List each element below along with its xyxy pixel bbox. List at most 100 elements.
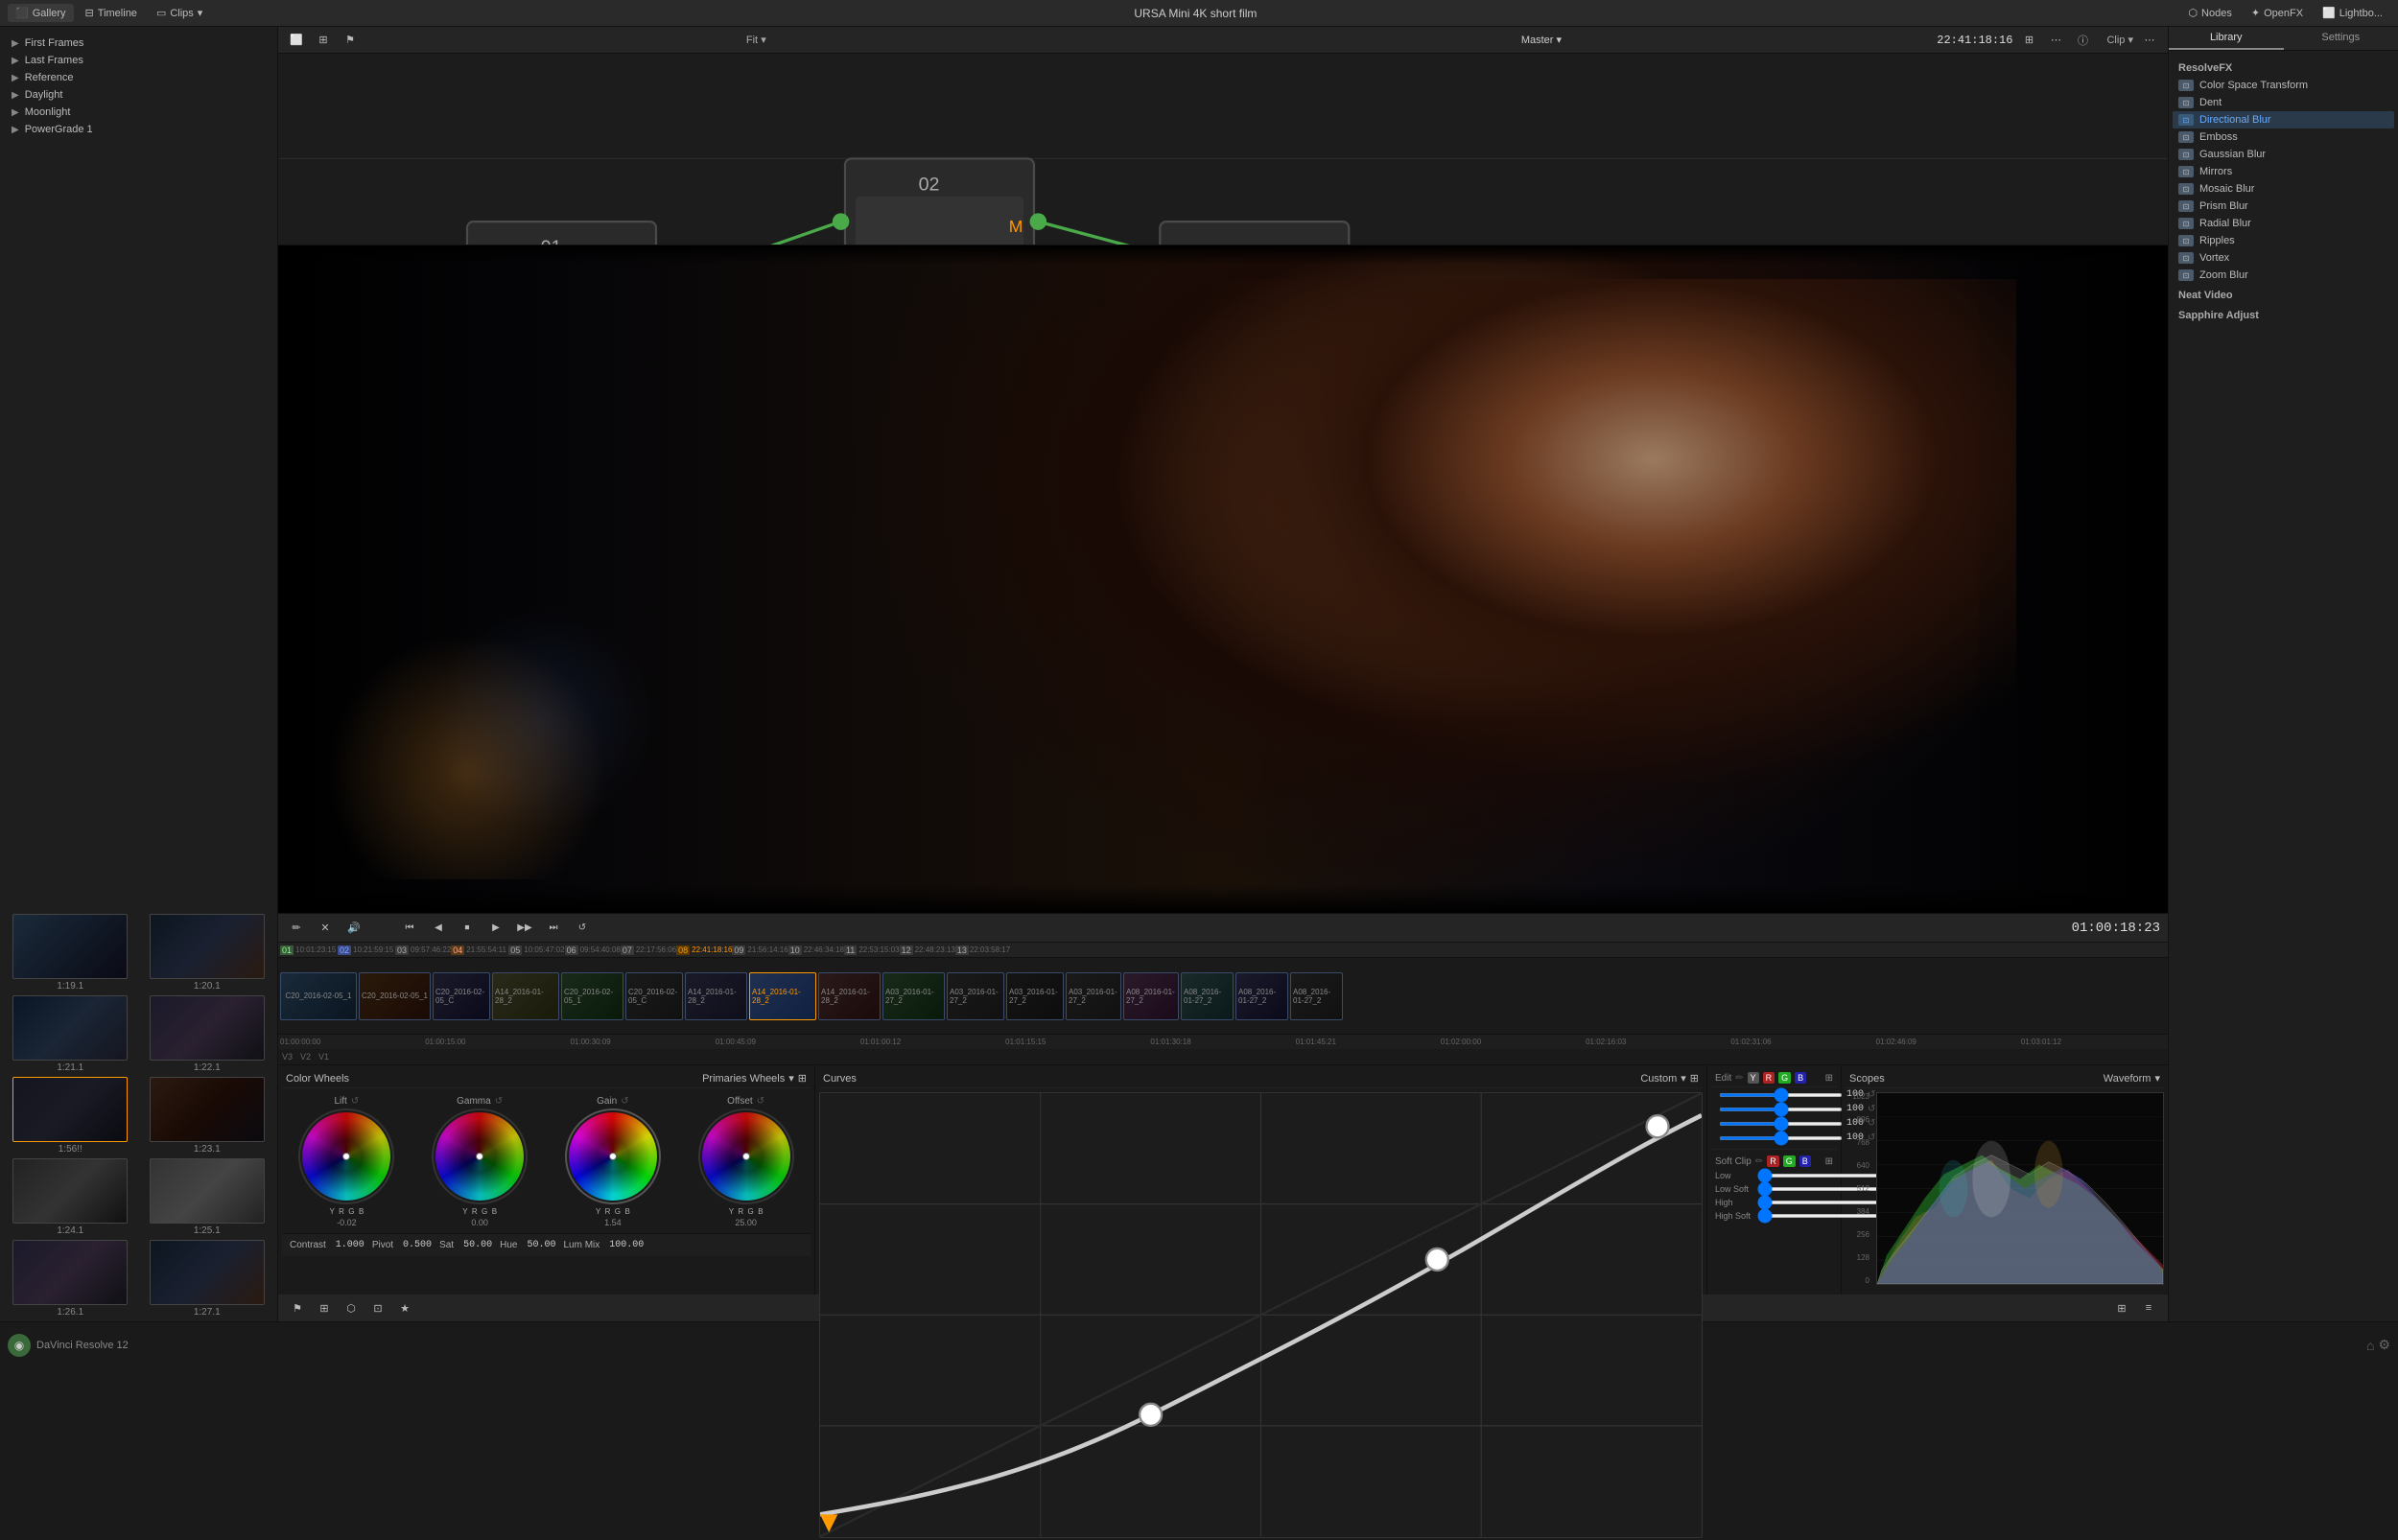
sat-value[interactable]: 50.00 xyxy=(463,1240,492,1250)
gamma-color-wheel[interactable] xyxy=(432,1108,528,1204)
fx-gaussian-blur[interactable]: ⊡ Gaussian Blur xyxy=(2173,146,2394,163)
thumbnail-9[interactable]: 1:26.1 xyxy=(4,1240,137,1318)
tree-first-frames[interactable]: ▶ First Frames xyxy=(4,35,273,52)
green-slider[interactable] xyxy=(1719,1122,1843,1126)
clips-tab[interactable]: ▭ Clips ▾ xyxy=(149,4,210,22)
channel-r-btn[interactable]: R xyxy=(1763,1072,1775,1084)
draw-tool-btn[interactable]: ✏ xyxy=(286,918,307,939)
fx-radial-blur[interactable]: ⊡ Radial Blur xyxy=(2173,215,2394,232)
soft-clip-pencil[interactable]: ✏ xyxy=(1755,1156,1763,1167)
loop-btn[interactable]: ↺ xyxy=(572,918,593,939)
primaries-options-btn[interactable]: ⊞ xyxy=(798,1072,807,1085)
channel-y-btn[interactable]: Y xyxy=(1748,1072,1759,1084)
viewer-mode-btn[interactable]: ⬜ xyxy=(286,30,307,51)
channel-b-btn[interactable]: B xyxy=(1795,1072,1806,1084)
grid-view-btn[interactable]: ⊞ xyxy=(2110,1297,2133,1318)
lift-color-wheel[interactable] xyxy=(298,1108,394,1204)
tl-clip-13[interactable]: A03_2016-01-27_2 xyxy=(1066,972,1121,1020)
thumbnail-6[interactable]: 1:23.1 xyxy=(141,1077,274,1155)
skip-end-btn[interactable]: ⏭ xyxy=(543,918,564,939)
copy-btn[interactable]: ⊡ xyxy=(366,1297,389,1318)
timeline-tab[interactable]: ⊟ Timeline xyxy=(78,4,145,22)
fx-vortex[interactable]: ⊡ Vortex xyxy=(2173,249,2394,267)
fx-directional-blur[interactable]: ⊡ Directional Blur xyxy=(2173,111,2394,128)
preview-info-btn[interactable]: ⓘ xyxy=(2072,30,2093,51)
fx-mosaic-blur[interactable]: ⊡ Mosaic Blur xyxy=(2173,180,2394,198)
openfx-btn[interactable]: ✦ OpenFX xyxy=(2244,4,2311,22)
thumbnail-5[interactable]: 1:56!! xyxy=(4,1077,137,1155)
tree-last-frames[interactable]: ▶ Last Frames xyxy=(4,52,273,69)
tl-clip-4[interactable]: A14_2016-01-28_2 xyxy=(492,972,559,1020)
tl-clip-17[interactable]: A08_2016-01-27_2 xyxy=(1290,972,1343,1020)
tl-clip-11[interactable]: A03_2016-01-27_2 xyxy=(947,972,1004,1020)
thumbnail-10[interactable]: 1:27.1 xyxy=(141,1240,274,1318)
thumbnail-8[interactable]: 1:25.1 xyxy=(141,1158,274,1236)
fx-dent[interactable]: ⊡ Dent xyxy=(2173,94,2394,111)
next-frame-btn[interactable]: ▶▶ xyxy=(514,918,535,939)
settings-tab[interactable]: Settings xyxy=(2284,27,2398,50)
gallery-tab[interactable]: ⬛ Gallery xyxy=(8,4,74,22)
tree-powergrade[interactable]: ▶ PowerGrade 1 xyxy=(4,121,273,138)
thumbnail-2[interactable]: 1:20.1 xyxy=(141,914,274,992)
library-tab[interactable]: Library xyxy=(2169,27,2284,50)
fx-prism-blur[interactable]: ⊡ Prism Blur xyxy=(2173,198,2394,215)
lightbox-btn[interactable]: ⬜ Lightbo... xyxy=(2315,4,2390,22)
thumbnail-4[interactable]: 1:22.1 xyxy=(141,995,274,1073)
thumbnail-1[interactable]: 1:19.1 xyxy=(4,914,137,992)
lum-mix-value[interactable]: 100.00 xyxy=(609,1240,644,1250)
lift-reset[interactable]: ↺ xyxy=(351,1096,359,1107)
edit-pencil-icon[interactable]: ✏ xyxy=(1735,1073,1743,1084)
settings-icon[interactable]: ⚙ xyxy=(2378,1337,2390,1353)
tl-clip-8[interactable]: A14_2016-01-28_2 xyxy=(749,972,816,1020)
red-slider[interactable] xyxy=(1719,1108,1843,1111)
tree-daylight[interactable]: ▶ Daylight xyxy=(4,86,273,104)
soft-clip-b[interactable]: B xyxy=(1799,1155,1811,1167)
pivot-value[interactable]: 0.500 xyxy=(403,1240,432,1250)
tl-clip-15[interactable]: A08_2016-01-27_2 xyxy=(1181,972,1234,1020)
play-btn[interactable]: ▶ xyxy=(485,918,506,939)
blue-slider[interactable] xyxy=(1719,1136,1843,1140)
tl-clip-9[interactable]: A14_2016-01-28_2 xyxy=(818,972,881,1020)
tl-clip-7[interactable]: A14_2016-01-28_2 xyxy=(685,972,747,1020)
gamma-reset[interactable]: ↺ xyxy=(495,1096,503,1107)
clip-more-btn[interactable]: ⋯ xyxy=(2139,30,2160,51)
contrast-value[interactable]: 1.000 xyxy=(336,1240,364,1250)
viewer-flag-btn[interactable]: ⚑ xyxy=(340,30,361,51)
list-view-btn[interactable]: ≡ xyxy=(2137,1297,2160,1318)
preview-expand-btn[interactable]: ⊞ xyxy=(2018,30,2039,51)
tree-reference[interactable]: ▶ Reference xyxy=(4,69,273,86)
fx-emboss[interactable]: ⊡ Emboss xyxy=(2173,128,2394,146)
curves-dropdown[interactable]: ▾ xyxy=(1681,1072,1686,1085)
stop-btn[interactable]: ⏹ xyxy=(457,918,478,939)
curves-options[interactable]: ⊞ xyxy=(1690,1072,1699,1085)
viewer-grid-btn[interactable]: ⊞ xyxy=(313,30,334,51)
tl-clip-6[interactable]: C20_2016-02-05_C xyxy=(625,972,683,1020)
fx-zoom-blur[interactable]: ⊡ Zoom Blur xyxy=(2173,267,2394,284)
gain-reset[interactable]: ↺ xyxy=(621,1096,628,1107)
tl-clip-16[interactable]: A08_2016-01-27_2 xyxy=(1235,972,1288,1020)
star-btn[interactable]: ★ xyxy=(393,1297,416,1318)
node-btn[interactable]: ⬡ xyxy=(340,1297,363,1318)
soft-clip-g[interactable]: G xyxy=(1783,1155,1796,1167)
scopes-dropdown[interactable]: ▾ xyxy=(2154,1072,2160,1085)
tree-moonlight[interactable]: ▶ Moonlight xyxy=(4,104,273,121)
offset-color-wheel[interactable] xyxy=(698,1108,794,1204)
thumbnail-7[interactable]: 1:24.1 xyxy=(4,1158,137,1236)
tl-clip-2[interactable]: C20_2016-02-05_1 xyxy=(359,972,431,1020)
fx-mirrors[interactable]: ⊡ Mirrors xyxy=(2173,163,2394,180)
group-btn[interactable]: ⊞ xyxy=(313,1297,336,1318)
channel-g-btn[interactable]: G xyxy=(1778,1072,1791,1084)
skip-start-btn[interactable]: ⏮ xyxy=(399,918,420,939)
fx-color-space[interactable]: ⊡ Color Space Transform xyxy=(2173,77,2394,94)
mask-btn[interactable]: ✕ xyxy=(315,918,336,939)
soft-clip-more[interactable]: ⊞ xyxy=(1825,1156,1833,1167)
flag-btn[interactable]: ⚑ xyxy=(286,1297,309,1318)
hue-value[interactable]: 50.00 xyxy=(527,1240,555,1250)
preview-more-btn[interactable]: ⋯ xyxy=(2045,30,2066,51)
nodes-btn[interactable]: ⬡ Nodes xyxy=(2180,4,2239,22)
soft-clip-r[interactable]: R xyxy=(1767,1155,1779,1167)
tl-clip-12[interactable]: A03_2016-01-27_2 xyxy=(1006,972,1064,1020)
edit-more-btn[interactable]: ⊞ xyxy=(1825,1073,1833,1084)
thumbnail-3[interactable]: 1:21.1 xyxy=(4,995,137,1073)
audio-btn[interactable]: 🔊 xyxy=(343,918,364,939)
